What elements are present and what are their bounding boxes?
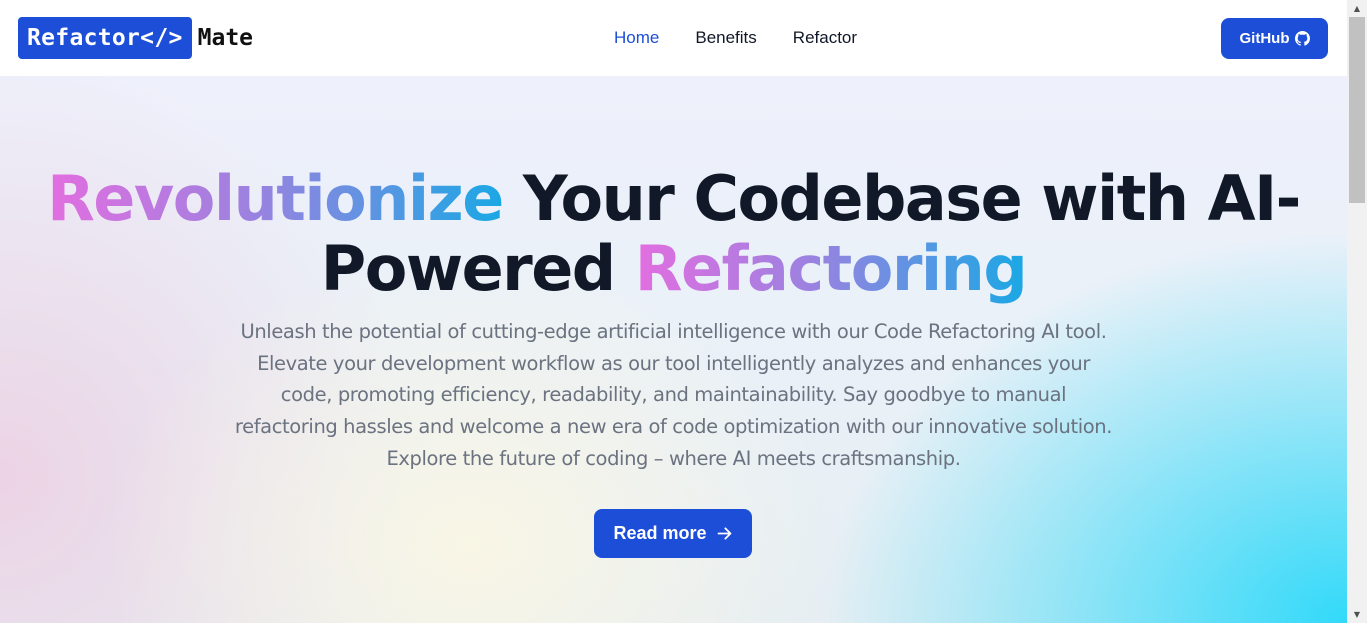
site-header: Refactor</> Mate Home Benefits Refactor … (0, 0, 1347, 76)
github-icon (1294, 31, 1310, 46)
arrow-right-icon (717, 527, 731, 540)
hero-headline: Revolutionize Your Codebase with AI- Powe… (0, 164, 1347, 304)
main-nav: Home Benefits Refactor (614, 28, 857, 48)
headline-text-2: Powered (320, 232, 635, 305)
hero-section: Revolutionize Your Codebase with AI- Powe… (0, 76, 1347, 623)
vertical-scrollbar[interactable]: ▲ ▼ (1347, 0, 1367, 623)
nav-link-benefits[interactable]: Benefits (695, 28, 756, 48)
browser-viewport: Refactor</> Mate Home Benefits Refactor … (0, 0, 1367, 623)
scroll-down-arrow-icon[interactable]: ▼ (1347, 606, 1367, 623)
nav-link-home[interactable]: Home (614, 28, 659, 48)
github-button[interactable]: GitHub (1221, 18, 1328, 59)
hero-subtitle: Unleash the potential of cutting-edge ar… (234, 320, 1113, 470)
site-logo[interactable]: Refactor</> Mate (18, 17, 253, 59)
scrollbar-thumb[interactable] (1349, 17, 1365, 203)
github-button-label: GitHub (1239, 30, 1290, 47)
headline-text-1: Your Codebase with AI- (502, 162, 1302, 235)
read-more-button[interactable]: Read more (594, 509, 752, 558)
logo-badge: Refactor</> (18, 17, 192, 59)
nav-link-refactor[interactable]: Refactor (793, 28, 857, 48)
read-more-label: Read more (613, 523, 707, 543)
headline-gradient-word-1: Revolutionize (47, 162, 504, 235)
logo-suffix: Mate (197, 25, 254, 51)
headline-gradient-word-2: Refactoring (634, 232, 1028, 305)
scroll-up-arrow-icon[interactable]: ▲ (1347, 0, 1367, 17)
